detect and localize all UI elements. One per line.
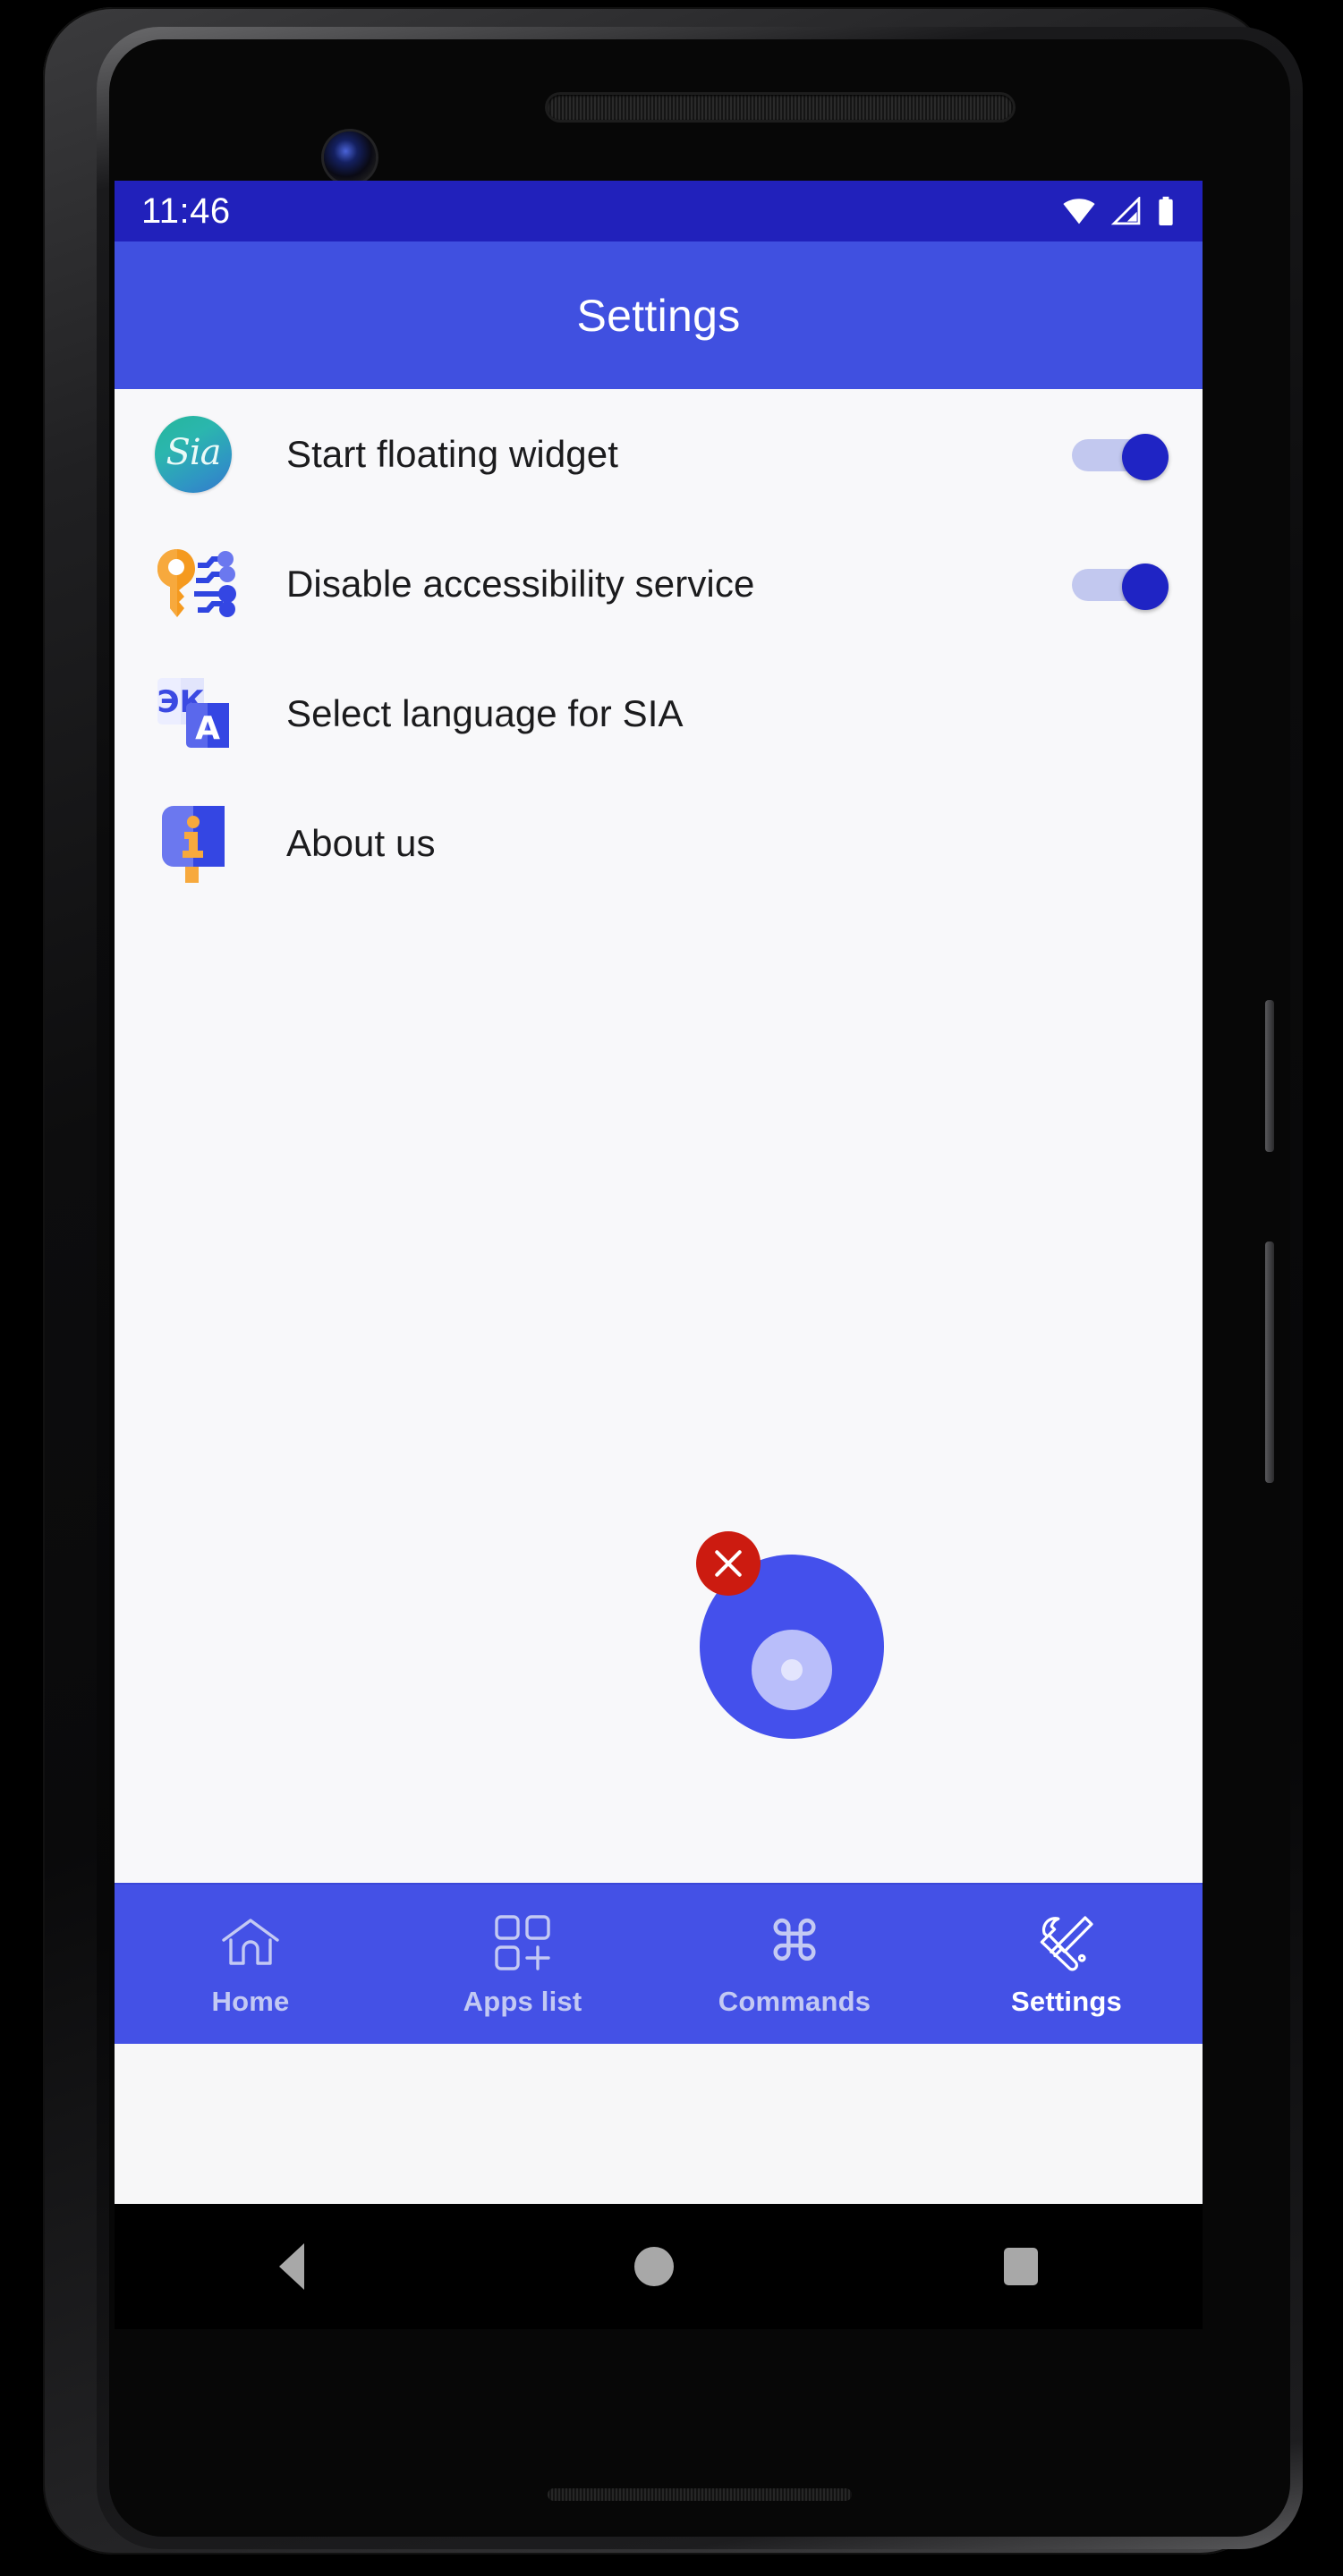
settings-row-label: Select language for SIA [286, 691, 684, 734]
back-button[interactable] [279, 2243, 305, 2290]
nav-item-home[interactable]: Home [115, 1885, 387, 2044]
battery-icon [1156, 196, 1176, 226]
nav-item-commands[interactable]: ⌘ Commands [659, 1885, 931, 2044]
cellular-signal-icon [1111, 197, 1142, 225]
bottom-navigation-bar: Home Apps list ⌘ Commands Settings [115, 1883, 1203, 2044]
home-button[interactable] [633, 2247, 674, 2286]
nav-item-label: Settings [1011, 1986, 1122, 2017]
earpiece-speaker [548, 95, 1013, 120]
status-bar-clock: 11:46 [141, 191, 231, 231]
svg-text:A: A [195, 710, 220, 747]
settings-row-start-floating-widget[interactable]: Sia Start floating widget [115, 389, 1203, 519]
toggle-thumb [1122, 563, 1169, 610]
status-bar-icons [1061, 196, 1176, 226]
sia-badge-text: Sia [166, 431, 221, 473]
toggle-thumb [1122, 433, 1169, 480]
start-floating-widget-toggle[interactable] [1072, 433, 1169, 480]
settings-row-about-us[interactable]: About us [115, 778, 1203, 908]
tools-icon [1036, 1911, 1097, 1975]
nav-item-label: Home [211, 1986, 290, 2017]
settings-list: Sia Start floating widget Disable access… [115, 389, 1203, 2044]
wifi-icon [1061, 197, 1097, 225]
front-camera-icon [324, 131, 376, 183]
close-icon[interactable] [696, 1531, 761, 1596]
settings-row-select-language[interactable]: ЭК A Select language for SIA [115, 648, 1203, 778]
settings-row-label: Start floating widget [286, 432, 618, 475]
info-sign-icon [147, 797, 240, 890]
settings-row-label: Disable accessibility service [286, 562, 755, 605]
nav-item-settings[interactable]: Settings [931, 1885, 1203, 2044]
home-icon [220, 1911, 281, 1975]
status-bar: 11:46 [115, 181, 1203, 242]
app-bar: Settings [115, 242, 1203, 389]
disable-accessibility-service-toggle[interactable] [1072, 563, 1169, 610]
translate-icon: ЭК A [147, 667, 240, 760]
floating-widget-bubble-group[interactable] [696, 1531, 884, 1739]
floating-widget-center-dot [781, 1659, 803, 1681]
nav-item-label: Commands [718, 1986, 871, 2017]
apps-grid-plus-icon [493, 1911, 552, 1975]
nav-item-apps-list[interactable]: Apps list [387, 1885, 659, 2044]
sia-logo-icon: Sia [147, 408, 240, 501]
settings-row-label: About us [286, 821, 436, 864]
key-circuit-icon [147, 538, 240, 631]
settings-row-disable-accessibility-service[interactable]: Disable accessibility service [115, 519, 1203, 648]
nav-item-label: Apps list [463, 1986, 582, 2017]
power-button[interactable] [1265, 1000, 1274, 1152]
command-key-glyph: ⌘ [767, 1911, 822, 1973]
phone-screen: 11:46 Settings Sia Start floating widget… [115, 181, 1203, 2204]
recents-button[interactable] [1003, 2248, 1038, 2285]
android-system-navigation-bar [115, 2204, 1203, 2329]
command-key-icon: ⌘ [767, 1911, 822, 1975]
bottom-speaker-grille [548, 2488, 852, 2501]
volume-button[interactable] [1265, 1241, 1274, 1483]
page-title: Settings [576, 290, 741, 341]
